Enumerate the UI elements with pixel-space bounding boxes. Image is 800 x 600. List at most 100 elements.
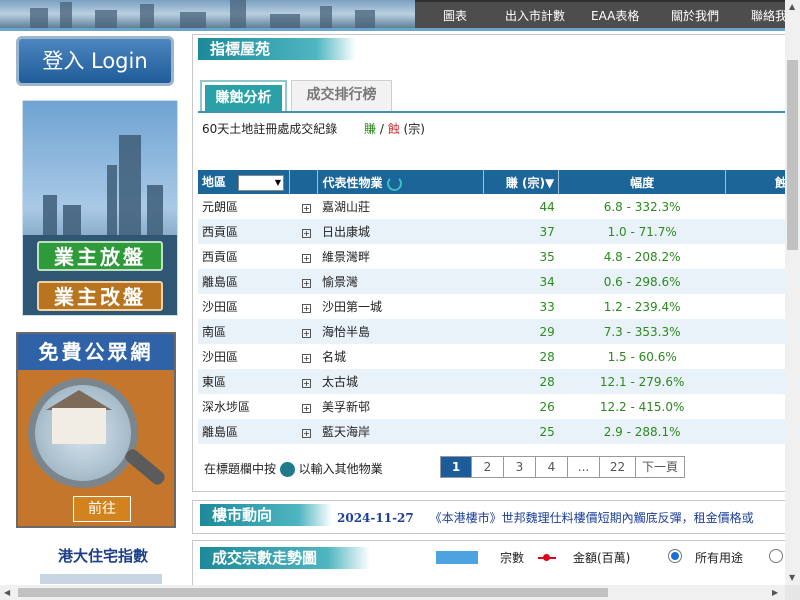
expand-cell: + (289, 269, 318, 294)
expand-plus-icon[interactable]: + (301, 328, 311, 338)
scrollbar-corner (785, 585, 800, 600)
estate-cell[interactable]: 美孚新邨 (318, 394, 484, 419)
column-header-gain[interactable]: 賺 (宗)▼ (483, 170, 560, 194)
table-hint: 在標題欄中按 以輸入其他物業 (204, 460, 383, 477)
estate-cell[interactable]: 名城 (318, 344, 484, 369)
table-row: 東區 + 太古城 28 12.1 - 279.6% (198, 369, 794, 394)
hku-index-chart-thumbnail[interactable] (40, 574, 162, 584)
refresh-icon-inline (279, 462, 295, 477)
scroll-left-icon[interactable]: ◀ (4, 588, 10, 597)
expand-cell: + (290, 344, 318, 369)
gain-count-cell: 34 (483, 269, 559, 294)
range-cell: 1.5 - 60.6% (607, 349, 677, 364)
estate-cell[interactable]: 嘉湖山莊 (318, 194, 484, 219)
free-public-site-ad[interactable]: 免費公眾網 前往 (16, 332, 176, 528)
estate-cell[interactable]: 日出康城 (317, 219, 484, 244)
page-1-button[interactable]: 1 (440, 456, 472, 478)
column-header-expand (289, 170, 319, 194)
table-row: 元朗區 + 嘉湖山莊 44 6.8 - 332.3% (198, 194, 794, 219)
hku-index-title[interactable]: 港大住宅指數 (58, 545, 148, 566)
nav-item-contact-us[interactable]: 聯絡我 (751, 7, 787, 24)
expand-plus-icon[interactable]: + (301, 228, 311, 238)
expand-cell: + (290, 394, 318, 419)
table-row: 西貢區 + 維景灣畔 35 4.8 - 208.2% (198, 244, 794, 269)
nav-item-market-counts[interactable]: 出入市計數 (505, 7, 565, 24)
news-date: 2024-11-27 (337, 511, 414, 525)
all-use-radio[interactable] (668, 549, 682, 563)
range-cell: 2.9 - 288.1% (558, 419, 726, 444)
login-button[interactable]: 登入 Login (16, 36, 174, 86)
table-row: 深水埗區 + 美孚新邨 26 12.2 - 415.0% (198, 394, 794, 419)
expand-plus-icon[interactable]: + (301, 253, 311, 263)
horizontal-scrollbar[interactable]: ◀ ▶ (0, 585, 785, 600)
owner-edit-button[interactable]: 業主改盤 (37, 281, 163, 311)
expand-plus-icon[interactable]: + (301, 378, 311, 388)
scroll-down-icon[interactable]: ▼ (789, 573, 795, 582)
expand-plus-icon[interactable]: + (301, 203, 311, 213)
expand-plus-icon[interactable]: + (301, 278, 311, 288)
expand-cell: + (289, 319, 318, 344)
page-4-button[interactable]: 4 (536, 456, 568, 478)
estate-cell[interactable]: 沙田第一城 (318, 294, 484, 319)
amount-legend-swatch (538, 554, 556, 561)
loss-count-cell (725, 419, 794, 444)
expand-plus-icon[interactable]: + (301, 403, 311, 413)
estate-cell[interactable]: 藍天海岸 (317, 419, 484, 444)
district-cell: 沙田區 (202, 350, 239, 364)
market-news-title: 樓市動向 (200, 504, 332, 526)
horizontal-scroll-thumb[interactable] (18, 588, 608, 597)
nav-item-charts[interactable]: 圖表 (443, 7, 467, 24)
vertical-scrollbar[interactable]: ▲ ▼ (785, 0, 800, 585)
district-cell: 西貢區 (202, 250, 239, 264)
estate-cell[interactable]: 海怡半島 (317, 319, 484, 344)
table-row: 沙田區 + 沙田第一城 33 1.2 - 239.4% (198, 294, 794, 319)
house-icon (52, 408, 106, 444)
gain-count-cell: 26 (539, 399, 555, 414)
column-header-loss[interactable]: 蝕 (725, 170, 794, 194)
loss-count-cell (725, 219, 794, 244)
nav-item-about-us[interactable]: 關於我們 (671, 7, 719, 24)
record-subtitle-text: 60天土地註冊處成交紀錄 (202, 122, 338, 136)
column-header-district[interactable]: 地區 (198, 170, 291, 194)
tab-transaction-ranking[interactable]: 成交排行榜 (291, 80, 392, 112)
all-use-label: 所有用途 (695, 551, 744, 565)
legend-loss: 蝕 (387, 122, 400, 136)
go-button[interactable]: 前往 (73, 496, 131, 522)
loss-count-cell (726, 344, 794, 369)
refresh-icon[interactable] (386, 175, 402, 191)
expand-plus-icon[interactable]: + (301, 428, 311, 438)
district-filter-select[interactable] (238, 174, 285, 191)
other-use-radio[interactable] (769, 549, 783, 563)
scroll-right-icon[interactable]: ▶ (772, 588, 778, 597)
scroll-up-icon[interactable]: ▲ (789, 2, 795, 11)
free-public-site-title: 免費公眾網 (18, 334, 174, 370)
table-row: 沙田區 + 名城 28 1.5 - 60.6% (198, 344, 794, 369)
estate-cell[interactable]: 愉景灣 (317, 269, 484, 294)
page-ellipsis: ... (568, 456, 600, 478)
tab-underline (198, 111, 788, 113)
news-headline[interactable]: 《本港樓市》世邦魏理仕料樓價短期內觸底反彈，租金價格或 (430, 511, 754, 525)
table-row: 西貢區 + 日出康城 37 1.0 - 71.7% (198, 219, 794, 244)
page-22-button[interactable]: 22 (600, 456, 636, 478)
page-3-button[interactable]: 3 (504, 456, 536, 478)
tab-gain-loss-analysis[interactable]: 賺蝕分析 (200, 80, 287, 112)
vertical-scroll-thumb[interactable] (787, 60, 798, 250)
next-page-button[interactable]: 下一頁 (636, 456, 685, 478)
page-2-button[interactable]: 2 (472, 456, 504, 478)
gain-count-cell: 33 (539, 299, 555, 314)
gain-loss-legend: 賺 / 蝕 (宗) (364, 120, 425, 137)
column-header-range[interactable]: 幅度 (558, 170, 727, 194)
gain-count-cell: 37 (483, 219, 559, 244)
range-cell: 1.2 - 239.4% (603, 299, 681, 314)
owner-list-button[interactable]: 業主放盤 (37, 241, 163, 271)
column-header-estate[interactable]: 代表性物業 (317, 170, 485, 194)
estate-cell[interactable]: 太古城 (317, 369, 484, 394)
gain-count-cell: 29 (483, 319, 559, 344)
gain-count-cell: 44 (539, 199, 555, 214)
range-cell: 7.3 - 353.3% (558, 319, 726, 344)
expand-plus-icon[interactable]: + (301, 303, 311, 313)
estate-cell[interactable]: 維景灣畔 (318, 244, 484, 269)
expand-plus-icon[interactable]: + (301, 353, 311, 363)
nav-item-eaa-forms[interactable]: EAA表格 (591, 7, 639, 24)
news-ticker[interactable]: 2024-11-27 《本港樓市》世邦魏理仕料樓價短期內觸底反彈，租金價格或 (337, 509, 754, 526)
